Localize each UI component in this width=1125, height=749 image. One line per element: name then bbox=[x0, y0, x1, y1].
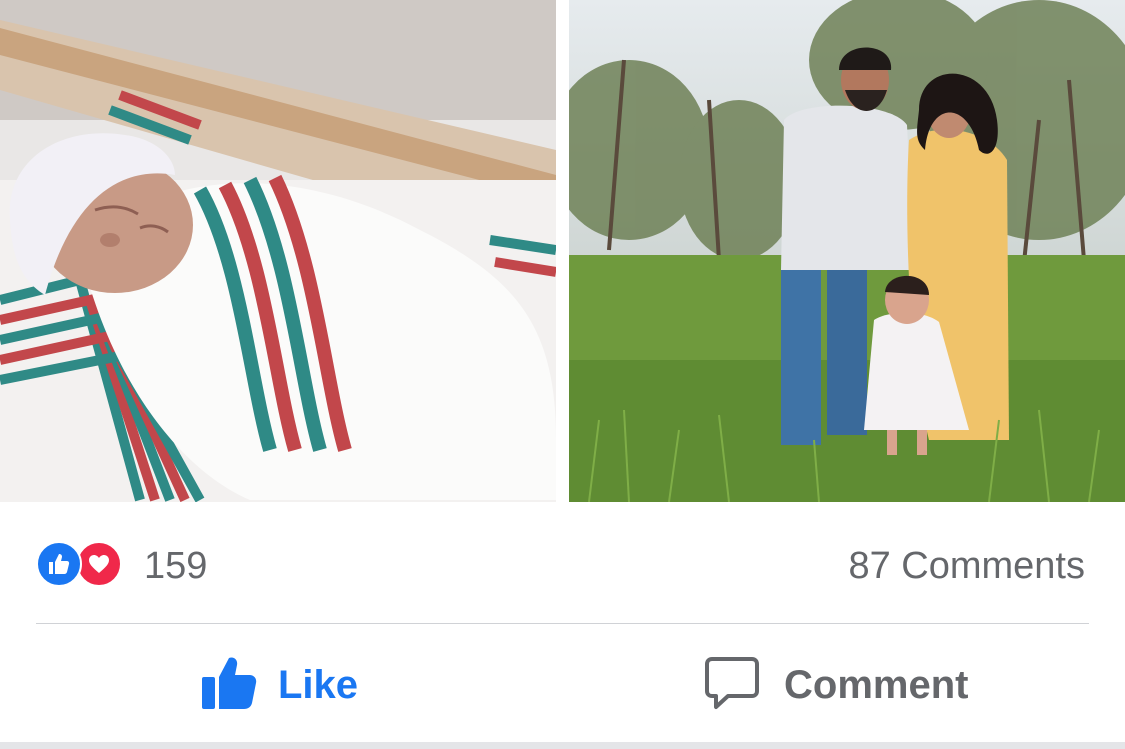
love-reaction-icon bbox=[76, 541, 122, 587]
post-photo-family[interactable] bbox=[569, 0, 1125, 502]
like-button[interactable]: Like bbox=[200, 650, 358, 720]
post-photo-newborn[interactable] bbox=[0, 0, 556, 502]
post-photo-grid bbox=[0, 0, 1125, 502]
comment-label: Comment bbox=[784, 663, 969, 707]
like-label: Like bbox=[278, 663, 359, 707]
thumbs-up-icon bbox=[200, 655, 258, 716]
comment-bubble-icon bbox=[704, 655, 760, 716]
comments-count[interactable]: 87 Comments bbox=[848, 544, 1085, 588]
reaction-count[interactable]: 159 bbox=[144, 544, 207, 588]
divider bbox=[36, 623, 1089, 624]
like-reaction-icon bbox=[36, 541, 82, 587]
bottom-separator bbox=[0, 742, 1125, 749]
comment-button[interactable]: Comment bbox=[704, 650, 968, 720]
reactions-summary[interactable]: 159 87 Comments bbox=[36, 538, 1089, 592]
